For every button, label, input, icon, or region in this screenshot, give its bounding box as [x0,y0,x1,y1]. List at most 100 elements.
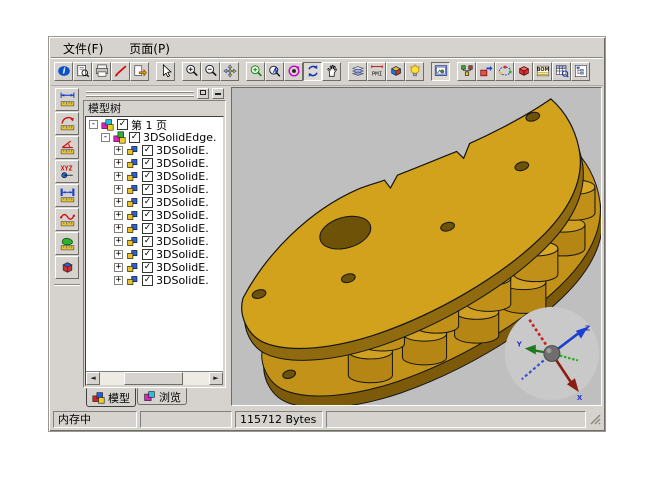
resize-grip[interactable] [589,413,602,426]
pan-arrows-button[interactable] [220,62,239,81]
menu-file[interactable]: 文件(F) [61,39,105,58]
page-icon [101,118,114,131]
expand-icon[interactable]: + [114,146,123,155]
print-preview-button[interactable] [73,62,92,81]
table-view-button[interactable] [552,62,571,81]
expand-icon[interactable]: + [114,250,123,259]
tree-item-part[interactable]: +✓3DSolidE. [86,144,223,157]
tab-browse[interactable]: 浏览 [137,388,187,405]
maximize-icon [200,90,206,95]
expand-icon[interactable]: + [114,172,123,181]
scroll-right-button[interactable]: ► [209,372,223,385]
move-part-button[interactable] [476,62,495,81]
nav-axes-widget[interactable]: Z X Y [505,307,599,402]
info-icon: i [57,64,71,78]
collapse-icon[interactable]: - [89,120,98,129]
checkbox-checked-icon[interactable]: ✓ [142,184,153,195]
light-bulb-button[interactable] [405,62,424,81]
checkbox-checked-icon[interactable]: ✓ [142,236,153,247]
tree-item-label: 3DSolidEdge. [143,131,216,144]
dim-radius-button[interactable] [55,112,79,135]
coord-xyz-button[interactable]: XYZ [55,160,79,183]
zoom-dynamic-button[interactable] [265,62,284,81]
tree-item-part[interactable]: +✓3DSolidE. [86,170,223,183]
panel-hide-button[interactable] [212,88,224,99]
tree-item-part[interactable]: +✓3DSolidE. [86,209,223,222]
part-icon [126,170,139,183]
rotate-orbit-icon [287,64,301,78]
tree-item-part[interactable]: +✓3DSolidE. [86,222,223,235]
menu-page[interactable]: 页面(P) [127,39,172,58]
zoom-out-button[interactable] [201,62,220,81]
tree-item-part[interactable]: +✓3DSolidE. [86,261,223,274]
tree-list-button[interactable] [571,62,590,81]
checkbox-checked-icon[interactable]: ✓ [142,223,153,234]
expand-icon[interactable]: + [114,276,123,285]
scroll-track[interactable] [100,372,209,385]
render-image-button[interactable] [431,62,450,81]
dim-horizontal-button[interactable] [55,88,79,111]
volume-measure-button[interactable] [55,256,79,279]
tree-item-part[interactable]: +✓3DSolidE. [86,183,223,196]
checkbox-checked-icon[interactable]: ✓ [142,197,153,208]
tree-item-part[interactable]: +✓3DSolidE. [86,248,223,261]
nav-center-highlight [546,348,551,353]
expand-icon[interactable]: + [114,211,123,220]
tree-item-assembly[interactable]: - ✓ 3DSolidEdge. [86,131,223,144]
layers-icon [351,64,365,78]
checkbox-checked-icon[interactable]: ✓ [142,249,153,260]
area-measure-button[interactable] [55,232,79,255]
export-page-button[interactable] [130,62,149,81]
toolbar-separator [341,62,348,81]
expand-icon[interactable]: + [114,159,123,168]
spin-button[interactable] [303,62,322,81]
zoom-window-button[interactable] [246,62,265,81]
tab-label: 模型 [108,390,130,406]
orbit-parts-button[interactable] [495,62,514,81]
tree-item-page[interactable]: - ✓ 第 1 页 [86,118,223,131]
redline-pen-button[interactable] [111,62,130,81]
tree-item-part[interactable]: +✓3DSolidE. [86,157,223,170]
part-icon [126,157,139,170]
viewport-3d[interactable]: Z X Y [231,87,602,406]
dim-distance-icon [59,187,76,204]
panel-maximize-button[interactable] [197,88,209,99]
select-cursor-button[interactable] [156,62,175,81]
pan-arrows-icon [223,64,237,78]
bom-button[interactable]: BOM [533,62,552,81]
expand-icon[interactable]: + [114,224,123,233]
checkbox-checked-icon[interactable]: ✓ [142,262,153,273]
tree-item-part[interactable]: +✓3DSolidE. [86,235,223,248]
tree-item-part[interactable]: +✓3DSolidE. [86,274,223,287]
dim-distance-button[interactable] [55,184,79,207]
checkbox-checked-icon[interactable]: ✓ [142,210,153,221]
rotate-orbit-button[interactable] [284,62,303,81]
expand-icon[interactable]: + [114,185,123,194]
expand-icon[interactable]: + [114,237,123,246]
expand-icon[interactable]: + [114,263,123,272]
checkbox-checked-icon[interactable]: ✓ [142,145,153,156]
checkbox-checked-icon[interactable]: ✓ [142,158,153,169]
tree-item-part[interactable]: +✓3DSolidE. [86,196,223,209]
collapse-icon[interactable]: - [101,133,110,142]
view-cube-button[interactable] [386,62,405,81]
expand-icon[interactable]: + [114,198,123,207]
part-cube-button[interactable] [514,62,533,81]
checkbox-checked-icon[interactable]: ✓ [142,171,153,182]
scroll-thumb[interactable] [124,372,183,385]
tab-model[interactable]: 模型 [86,388,136,407]
checkbox-checked-icon[interactable]: ✓ [142,275,153,286]
assembly-tree-button[interactable] [457,62,476,81]
pmi-button[interactable]: PMI [367,62,386,81]
checkbox-checked-icon[interactable]: ✓ [129,132,140,143]
dim-angle-button[interactable] [55,136,79,159]
curve-length-button[interactable] [55,208,79,231]
scroll-left-button[interactable]: ◄ [86,372,100,385]
layers-button[interactable] [348,62,367,81]
hand-pan-button[interactable] [322,62,341,81]
print-button[interactable] [92,62,111,81]
zoom-in-button[interactable] [182,62,201,81]
panel-gripper[interactable] [86,91,194,97]
checkbox-checked-icon[interactable]: ✓ [117,119,128,130]
info-button[interactable]: i [54,62,73,81]
